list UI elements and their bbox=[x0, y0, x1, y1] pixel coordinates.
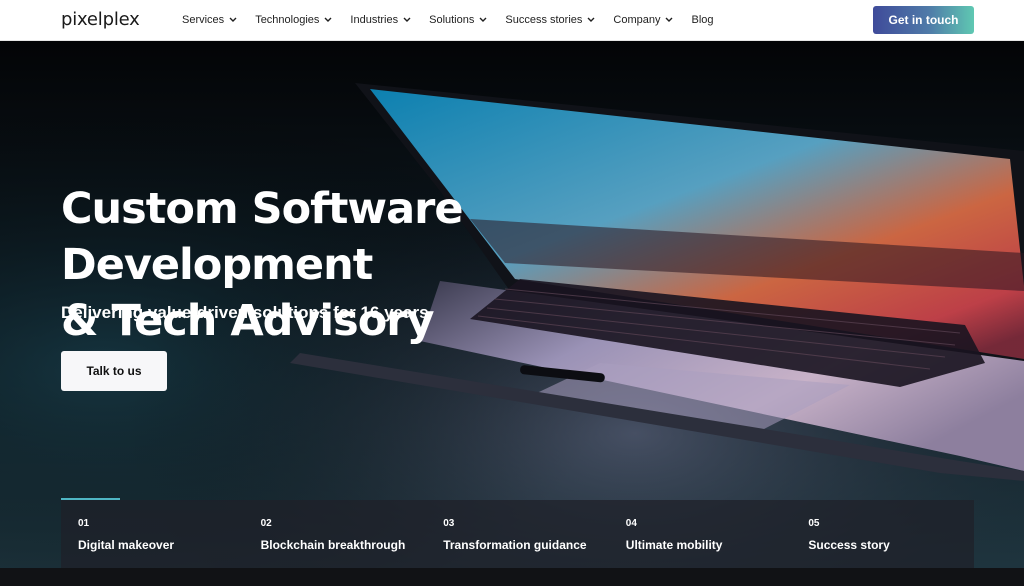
story-item-ultimate-mobility[interactable]: 04 Ultimate mobility bbox=[609, 500, 792, 568]
story-title: Ultimate mobility bbox=[625, 538, 723, 552]
nav-item-services[interactable]: Services bbox=[182, 14, 237, 26]
chevron-down-icon bbox=[587, 17, 595, 22]
nav-item-success-stories[interactable]: Success stories bbox=[505, 14, 595, 26]
hero-subtitle: Delivering value-driven solutions for 16… bbox=[61, 303, 429, 322]
story-item-digital-makeover[interactable]: 01 Digital makeover bbox=[61, 500, 244, 568]
chevron-down-icon bbox=[229, 17, 237, 22]
nav-item-company[interactable]: Company bbox=[613, 14, 673, 26]
chevron-down-icon bbox=[403, 17, 411, 22]
main-nav: Services Technologies Industries Solutio… bbox=[182, 0, 732, 40]
chevron-down-icon bbox=[479, 17, 487, 22]
talk-to-us-button[interactable]: Talk to us bbox=[61, 351, 167, 391]
nav-item-label: Solutions bbox=[429, 14, 475, 26]
nav-item-industries[interactable]: Industries bbox=[350, 14, 411, 26]
nav-item-label: Company bbox=[613, 14, 661, 26]
story-title: Success story bbox=[808, 538, 890, 552]
story-title: Transformation guidance bbox=[443, 538, 587, 552]
story-item-success-story[interactable]: 05 Success story bbox=[791, 500, 974, 568]
nav-item-solutions[interactable]: Solutions bbox=[429, 14, 487, 26]
success-stories-bar: 01 Digital makeover 02 Blockchain breakt… bbox=[61, 498, 974, 568]
story-number: 01 bbox=[78, 518, 90, 529]
get-in-touch-button[interactable]: Get in touch bbox=[873, 6, 974, 34]
nav-item-blog[interactable]: Blog bbox=[691, 14, 713, 26]
nav-item-label: Technologies bbox=[255, 14, 320, 26]
story-progress-indicator bbox=[61, 498, 120, 500]
story-number: 05 bbox=[808, 518, 820, 529]
story-number: 02 bbox=[260, 518, 272, 529]
story-item-blockchain-breakthrough[interactable]: 02 Blockchain breakthrough bbox=[244, 500, 427, 568]
story-title: Blockchain breakthrough bbox=[260, 538, 406, 552]
chevron-down-icon bbox=[665, 17, 673, 22]
nav-item-label: Industries bbox=[350, 14, 399, 26]
hero-title: Custom Software Development & Tech Advis… bbox=[61, 181, 761, 349]
nav-item-label: Success stories bbox=[505, 14, 583, 26]
pixelplex-logo[interactable]: pixelplex bbox=[61, 9, 140, 31]
story-number: 03 bbox=[443, 518, 455, 529]
story-item-transformation-guidance[interactable]: 03 Transformation guidance bbox=[426, 500, 609, 568]
site-header: pixelplex Services Technologies Industri… bbox=[0, 0, 1024, 41]
nav-item-label: Blog bbox=[691, 14, 714, 26]
hero-bottom-strip bbox=[0, 568, 1024, 586]
nav-item-technologies[interactable]: Technologies bbox=[255, 14, 332, 26]
chevron-down-icon bbox=[324, 17, 332, 22]
story-title: Digital makeover bbox=[78, 538, 175, 552]
story-number: 04 bbox=[625, 518, 637, 529]
hero-section: Custom Software Development & Tech Advis… bbox=[0, 41, 1024, 586]
nav-item-label: Services bbox=[182, 14, 225, 26]
hero-title-line-1: Custom Software Development bbox=[61, 184, 464, 290]
